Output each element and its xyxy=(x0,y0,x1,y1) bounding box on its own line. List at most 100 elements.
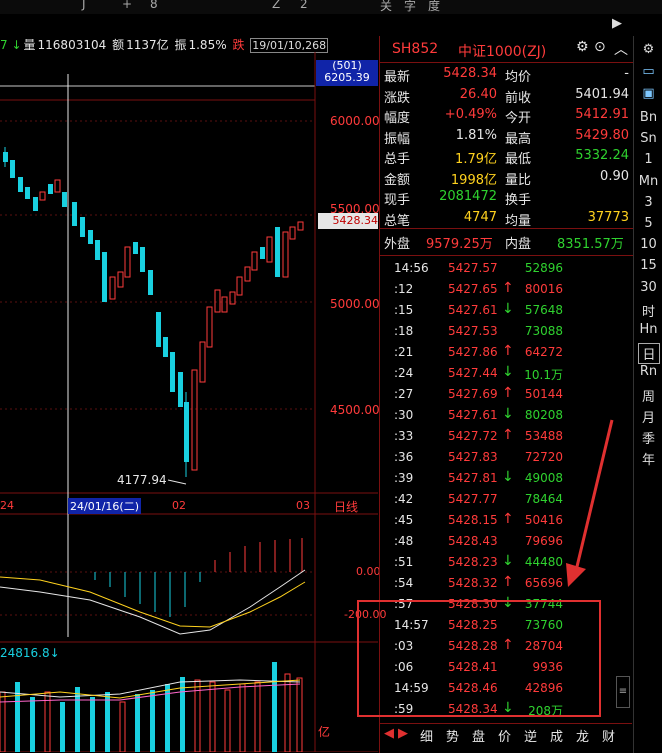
top-tool-4[interactable]: Z xyxy=(272,0,280,11)
quote-label-left: 幅度 xyxy=(384,111,411,126)
quote-value-right: 5412.91 xyxy=(575,107,629,122)
settings-icon[interactable]: ⚙ xyxy=(576,39,589,55)
quote-label-left: 涨跌 xyxy=(384,90,411,106)
toolbar-period-item[interactable]: 年 xyxy=(634,449,662,468)
tick-volume: 50416 xyxy=(524,513,563,527)
tick-time: :27 xyxy=(394,387,414,401)
toolbar-period-item[interactable]: Mn xyxy=(634,174,662,189)
toolbar-period-item[interactable]: Sn xyxy=(634,131,662,146)
toolbar-period-item[interactable]: 月 xyxy=(634,407,662,426)
toolbar-period-item[interactable]: 15 xyxy=(634,258,662,273)
toolbar-period-item[interactable]: 1 xyxy=(634,152,662,167)
tick-price: 5427.83 xyxy=(448,450,498,464)
chg-label: 跌 xyxy=(232,38,245,52)
toolbar-period-item[interactable]: 5 xyxy=(634,216,662,231)
vol-panel-unit: 亿 xyxy=(318,725,331,739)
quote-value-left: 2081472 xyxy=(439,189,497,204)
top-tool-3[interactable]: 8 xyxy=(150,0,158,11)
quote-row: 总手 1.79亿 最低 5332.24 xyxy=(380,146,633,167)
quote-label-left: 振幅 xyxy=(384,131,411,147)
quote-label-left: 总笔 xyxy=(384,213,411,229)
toolbar-period-item[interactable]: 季 xyxy=(634,428,662,447)
quote-value-right: 5401.94 xyxy=(575,86,629,102)
toolbar-period-item[interactable]: 周 xyxy=(634,386,662,405)
quote-label-right: 量比 xyxy=(505,172,532,188)
period-toolbar: ⚙ ▭ ▣ Bn Sn 1 Mn 3 5 10 15 30 时 Hn 日 Rn 周月季年 xyxy=(633,36,662,753)
title-area: ▶ xyxy=(0,14,662,36)
tick-price: 5427.61 xyxy=(448,408,498,422)
tick-direction-icon: ↓ xyxy=(502,364,514,380)
tick-scrollbar[interactable]: ≡ xyxy=(616,676,630,708)
cursor-date: 24/01/16(二) xyxy=(68,498,141,514)
quote-label-left: 现手 xyxy=(384,193,411,208)
top-tool-1[interactable]: J xyxy=(82,0,86,11)
quote-value-left: 1.81% xyxy=(455,127,497,143)
quote-value-left: 26.40 xyxy=(459,86,497,102)
volume-bars xyxy=(0,662,303,752)
tick-price: 5428.32 xyxy=(448,576,498,590)
x-label-left: 24 xyxy=(0,499,14,512)
tick-row: :27 5427.69 ↑ 50144 xyxy=(380,384,633,405)
quote-row: 振幅 1.81% 最高 5429.80 xyxy=(380,126,633,147)
top-tool-2[interactable]: + xyxy=(122,0,132,11)
quote-value-right: 5332.24 xyxy=(575,148,629,163)
tab-prev-icon[interactable]: ◀ xyxy=(384,726,394,741)
top-tool-8[interactable]: 度 xyxy=(428,0,440,14)
tab-price[interactable]: 价 xyxy=(498,726,511,745)
quote-label-right: 前收 xyxy=(505,90,532,106)
collapse-icon[interactable]: ︿ xyxy=(614,39,628,59)
panel-menu-arrow[interactable]: ▶ xyxy=(612,16,622,31)
tick-price: 5427.57 xyxy=(448,261,498,275)
tick-price: 5428.23 xyxy=(448,555,498,569)
tick-direction-icon: ↓ xyxy=(502,301,514,317)
tab-trades[interactable]: 成 xyxy=(550,726,563,745)
quote-label-right: 今开 xyxy=(505,111,532,126)
top-tool-6[interactable]: 关 xyxy=(380,0,392,14)
tick-volume: 79696 xyxy=(524,534,563,548)
period-label[interactable]: 日线 xyxy=(334,498,358,515)
toolbar-period-item[interactable]: Bn xyxy=(634,110,662,125)
quote-row: 最新 5428.34 均价 - xyxy=(380,64,633,85)
tick-volume: 10.1万 xyxy=(524,368,563,382)
quote-row: 涨跌 26.40 前收 5401.94 xyxy=(380,85,633,106)
toolbar-monitor-icon[interactable]: ▣ xyxy=(634,86,662,101)
quote-value-right: - xyxy=(624,66,629,81)
toolbar-tool-icon[interactable]: ⚙ xyxy=(634,42,662,57)
toolbar-period-item[interactable]: 3 xyxy=(634,195,662,210)
tick-volume: 49008 xyxy=(524,471,563,485)
top-tool-7[interactable]: 字 xyxy=(404,0,416,14)
macd-zero: 0.00 xyxy=(356,565,381,578)
quote-value-right: 37773 xyxy=(587,209,629,225)
amp-label: 振 xyxy=(174,38,187,52)
tab-finance[interactable]: 财 xyxy=(602,726,615,745)
annotation-arrow xyxy=(566,419,614,587)
quote-label-left: 金额 xyxy=(384,172,411,188)
toolbar-period-item[interactable]: 30 xyxy=(634,280,662,295)
tab-dragon[interactable]: 龙 xyxy=(576,726,589,745)
toolbar-period-item[interactable]: Rn xyxy=(634,364,662,379)
toolbar-period-item[interactable]: 10 xyxy=(634,237,662,252)
tab-reverse[interactable]: 逆 xyxy=(524,726,537,745)
tab-next-icon[interactable]: ▶ xyxy=(398,726,408,741)
toolbar-period-item[interactable]: 时 xyxy=(634,301,662,320)
top-value-box: (501) 6205.39 xyxy=(316,60,378,86)
alert-icon[interactable]: ⊙ xyxy=(594,39,606,55)
quote-label-left: 总手 xyxy=(384,152,411,167)
panel-tabs: ◀ ▶ 细 势 盘 价 逆 成 龙 财 xyxy=(380,723,632,745)
tick-price: 5427.61 xyxy=(448,303,498,317)
top-tool-5[interactable]: 2 xyxy=(300,0,308,11)
tab-book[interactable]: 盘 xyxy=(472,726,485,745)
toolbar-chart-icon[interactable]: ▭ xyxy=(634,64,662,79)
tab-trend[interactable]: 势 xyxy=(446,726,459,745)
toolbar-period-item[interactable]: 日 xyxy=(638,343,660,365)
toolbar-period-item[interactable]: Hn xyxy=(634,322,662,337)
tick-price: 5427.72 xyxy=(448,429,498,443)
outer-inner-row: 外盘 9579.25万 内盘 8351.57万 xyxy=(380,228,633,256)
tick-volume: 52896 xyxy=(524,261,563,275)
tick-time: :39 xyxy=(394,471,414,485)
macd-bars xyxy=(0,538,306,635)
tab-detail[interactable]: 细 xyxy=(420,726,433,745)
tick-direction-icon: ↑ xyxy=(502,511,514,527)
tick-volume: 73088 xyxy=(524,324,563,338)
tick-row: :18 5427.53 73088 xyxy=(380,321,633,342)
